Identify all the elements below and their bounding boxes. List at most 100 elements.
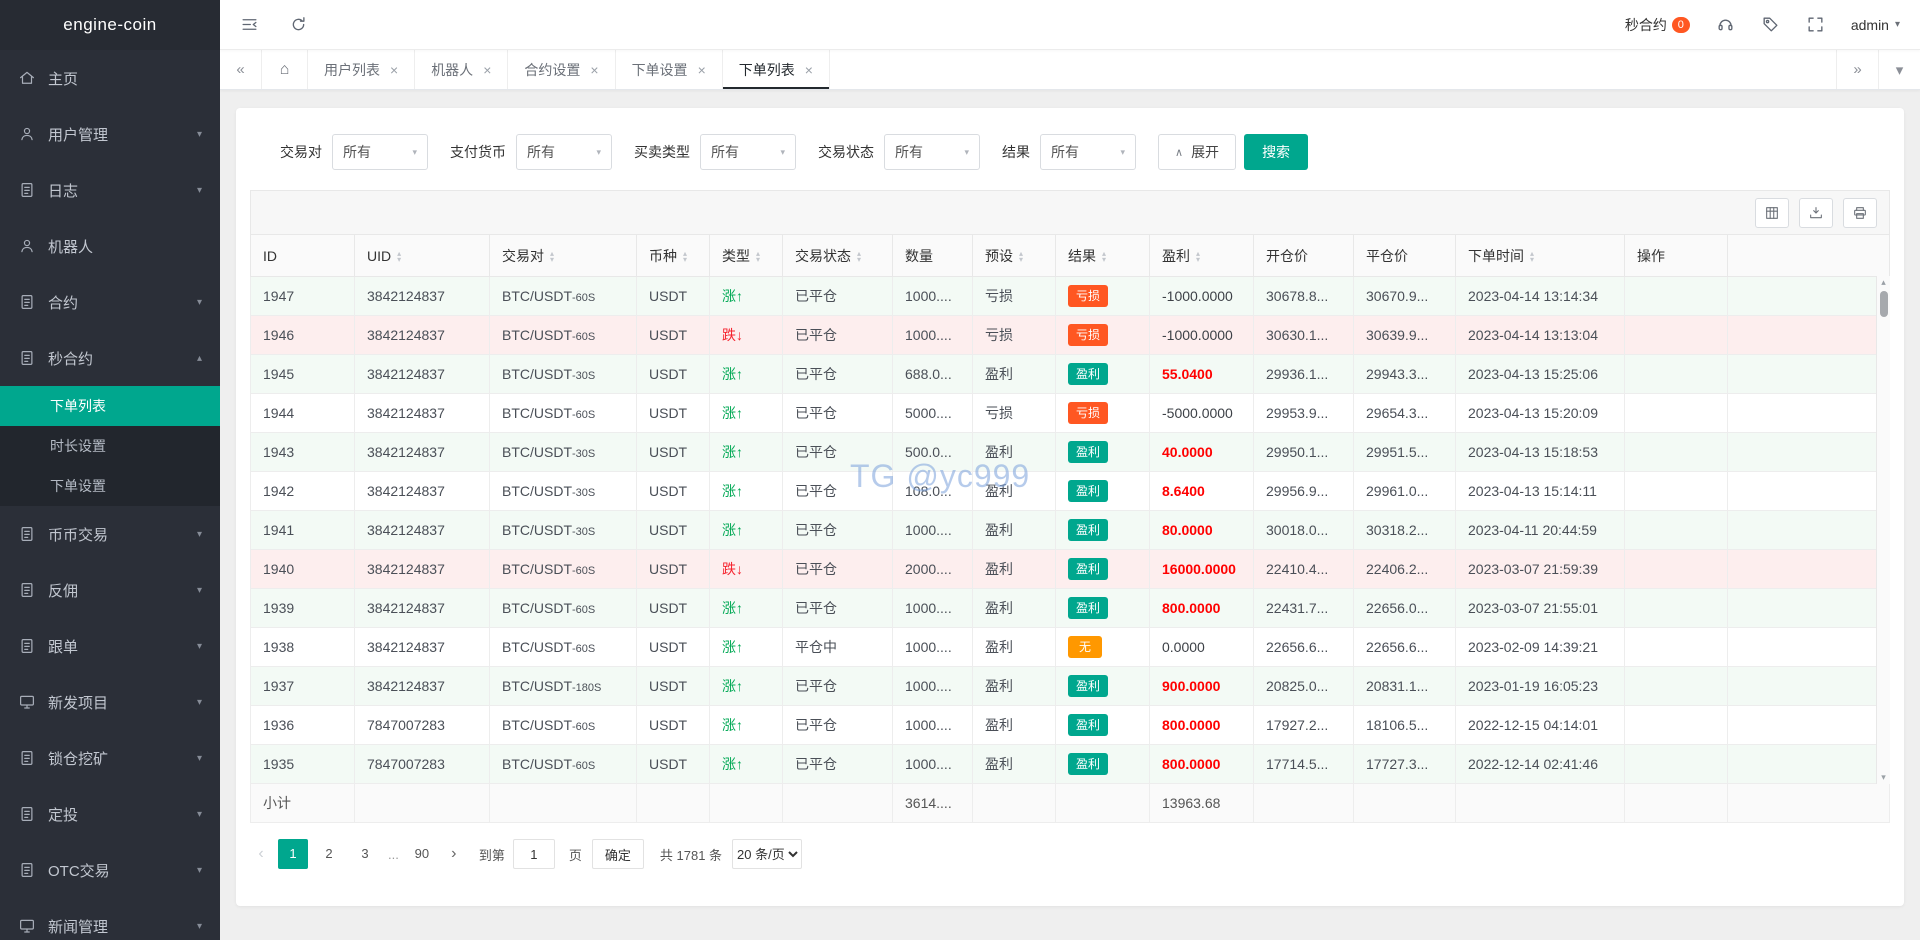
sort-icon[interactable]: ▴ ▾ — [1019, 249, 1023, 263]
page-ellipsis: ... — [388, 846, 399, 862]
sort-icon[interactable]: ▴ ▾ — [550, 249, 554, 263]
sort-icon[interactable]: ▴ ▾ — [683, 249, 687, 263]
cell-result: 盈利 — [1055, 666, 1150, 706]
page-size-select[interactable]: 20 条/页 — [732, 839, 803, 869]
submenu: 下单列表 时长设置 下单设置 — [0, 386, 220, 506]
sidebar-subitem-order-list[interactable]: 下单列表 — [0, 386, 220, 426]
tag-icon[interactable] — [1761, 15, 1780, 34]
sidebar-subitem-duration-settings[interactable]: 时长设置 — [0, 426, 220, 466]
col-time[interactable]: 下单时间 ▴ ▾ — [1455, 234, 1625, 277]
cell-status: 已平仓 — [782, 315, 893, 355]
sidebar-item-lock-mining[interactable]: 锁仓挖矿 ▾ — [0, 730, 220, 786]
sidebar-item-robots[interactable]: 机器人 — [0, 218, 220, 274]
export-icon[interactable] — [1799, 197, 1833, 228]
cell-uid: 3842124837 — [354, 432, 490, 472]
tab-robots[interactable]: 机器人 × — [415, 50, 509, 89]
refresh-icon[interactable] — [289, 15, 308, 34]
sidebar-item-second-contract[interactable]: 秒合约 ▴ — [0, 330, 220, 386]
sort-icon[interactable]: ▴ ▾ — [1102, 249, 1106, 263]
sidebar-subitem-order-settings[interactable]: 下单设置 — [0, 466, 220, 506]
filter-select-result[interactable]: 所有 ▾ — [1040, 134, 1136, 170]
table-row: 1938 3842124837 BTC/USDT-60S USDT 涨↑ 平仓中 1000.… — [250, 627, 1890, 667]
user-icon — [18, 237, 36, 255]
columns-toggle-icon[interactable] — [1755, 197, 1789, 228]
page-1[interactable]: 1 — [278, 839, 308, 869]
tab-user-list[interactable]: 用户列表 × — [308, 50, 416, 89]
sidebar-item-coin-trade[interactable]: 币币交易 ▾ — [0, 506, 220, 562]
sidebar-item-auto-invest[interactable]: 定投 ▾ — [0, 786, 220, 842]
sidebar-item-home[interactable]: 主页 — [0, 50, 220, 106]
col-preset[interactable]: 预设 ▴ ▾ — [972, 234, 1056, 277]
sidebar-item-copy-trade[interactable]: 跟单 ▾ — [0, 618, 220, 674]
sort-icon[interactable]: ▴ ▾ — [1196, 249, 1200, 263]
print-icon[interactable] — [1843, 197, 1877, 228]
scroll-down-icon[interactable]: ▾ — [1881, 771, 1886, 784]
type-up-label: 涨↑ — [722, 717, 743, 733]
sort-icon[interactable]: ▴ ▾ — [397, 249, 401, 263]
filter-select-trade-type[interactable]: 所有 ▾ — [700, 134, 796, 170]
sidebar-item-rebate[interactable]: 反佣 ▾ — [0, 562, 220, 618]
user-menu[interactable]: admin ▾ — [1851, 17, 1900, 33]
col-coin[interactable]: 币种 ▴ ▾ — [636, 234, 710, 277]
cell-close: 29943.3... — [1353, 354, 1456, 394]
sidebar-item-new-projects[interactable]: 新发项目 ▾ — [0, 674, 220, 730]
close-icon[interactable]: × — [483, 63, 491, 77]
close-icon[interactable]: × — [805, 63, 813, 77]
headset-icon[interactable] — [1716, 15, 1735, 34]
tab-label: 用户列表 — [324, 61, 380, 78]
notice-link[interactable]: 秒合约 0 — [1625, 15, 1690, 35]
scroll-up-icon[interactable]: ▴ — [1881, 276, 1886, 289]
table-scrollbar[interactable]: ▴ ▾ — [1876, 276, 1890, 784]
col-result[interactable]: 结果 ▴ ▾ — [1055, 234, 1150, 277]
prev-page-icon[interactable]: ‹ — [250, 845, 272, 863]
tab-order-list[interactable]: 下单列表 × — [722, 50, 830, 89]
tab-order-settings[interactable]: 下单设置 × — [616, 50, 723, 89]
page-3[interactable]: 3 — [350, 839, 380, 869]
expand-button[interactable]: ∧ 展开 — [1158, 134, 1237, 170]
cell-status: 已平仓 — [782, 354, 893, 394]
next-page-icon[interactable]: › — [443, 845, 465, 863]
page-90[interactable]: 90 — [407, 839, 437, 869]
sort-icon[interactable]: ▴ ▾ — [857, 249, 861, 263]
col-uid[interactable]: UID ▴ ▾ — [354, 234, 490, 277]
filter-select-pair[interactable]: 所有 ▾ — [332, 134, 428, 170]
tab-contract-settings[interactable]: 合约设置 × — [508, 50, 616, 89]
col-status[interactable]: 交易状态 ▴ ▾ — [782, 234, 893, 277]
page-2[interactable]: 2 — [314, 839, 344, 869]
col-profit[interactable]: 盈利 ▴ ▾ — [1149, 234, 1254, 277]
cell-type: 涨↑ — [709, 666, 783, 706]
subtotal-cell — [354, 783, 490, 823]
cell-open: 29950.1... — [1253, 432, 1354, 472]
close-icon[interactable]: × — [590, 63, 598, 77]
goto-page-input[interactable] — [512, 839, 555, 869]
cell-qty: 1000.... — [892, 666, 973, 706]
filter-select-pay-coin[interactable]: 所有 ▾ — [516, 134, 612, 170]
cell-open: 22410.4... — [1253, 549, 1354, 589]
sort-icon[interactable]: ▴ ▾ — [756, 249, 760, 263]
tabs-scroll-left-icon[interactable]: « — [220, 50, 262, 89]
confirm-button[interactable]: 确定 — [591, 839, 644, 869]
sidebar-item-logs[interactable]: 日志 ▾ — [0, 162, 220, 218]
tab-label: 下单设置 — [631, 61, 688, 78]
close-icon[interactable]: × — [390, 63, 398, 77]
sidebar-item-otc-trade[interactable]: OTC交易 ▾ — [0, 842, 220, 898]
tabs-scroll-right-icon[interactable]: » — [1836, 50, 1878, 89]
sort-icon[interactable]: ▴ ▾ — [1530, 249, 1534, 263]
file-icon — [18, 805, 36, 823]
sidebar-item-user-mgmt[interactable]: 用户管理 ▾ — [0, 106, 220, 162]
scroll-thumb[interactable] — [1879, 291, 1888, 317]
tab-label: 机器人 — [431, 61, 474, 78]
col-type[interactable]: 类型 ▴ ▾ — [709, 234, 783, 277]
tab-home[interactable]: ⌂ — [262, 50, 308, 89]
tabs-menu-icon[interactable]: ▾ — [1878, 50, 1920, 89]
filter-select-trade-status[interactable]: 所有 ▾ — [884, 134, 980, 170]
col-pair[interactable]: 交易对 ▴ ▾ — [489, 234, 637, 277]
search-button[interactable]: 搜索 — [1244, 134, 1309, 170]
fullscreen-icon[interactable] — [1806, 15, 1825, 34]
chevron-down-icon: ▾ — [1894, 19, 1900, 30]
close-icon[interactable]: × — [698, 63, 706, 77]
sidebar-item-contracts[interactable]: 合约 ▾ — [0, 274, 220, 330]
col-label: UID — [367, 247, 392, 264]
collapse-sidebar-icon[interactable] — [240, 15, 259, 34]
sidebar-item-news-mgmt[interactable]: 新闻管理 ▾ — [0, 898, 220, 940]
